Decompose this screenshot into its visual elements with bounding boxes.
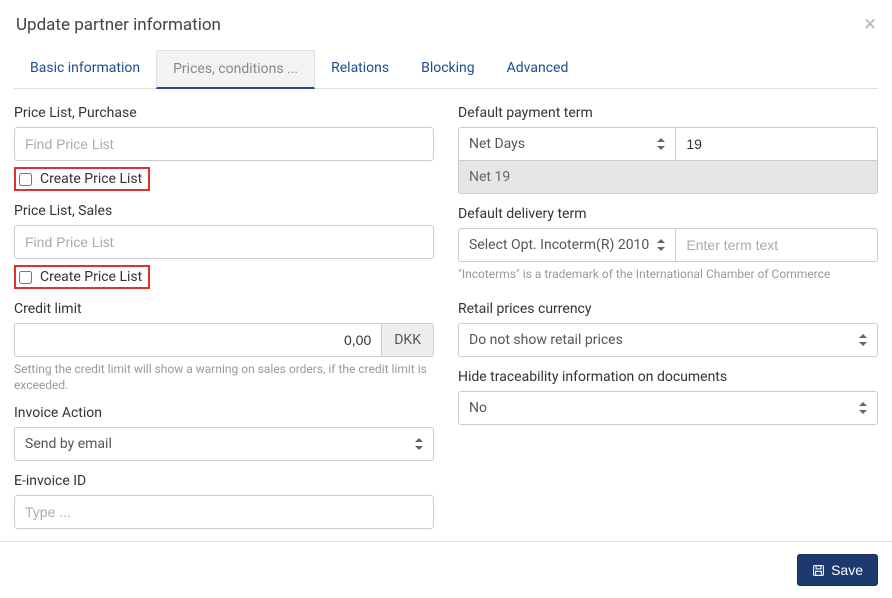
retail-prices-currency-label: Retail prices currency — [458, 301, 878, 317]
tab-relations[interactable]: Relations — [315, 50, 405, 88]
price-list-purchase-label: Price List, Purchase — [14, 105, 434, 121]
tab-basic-information[interactable]: Basic information — [14, 50, 156, 88]
create-price-list-sales-checkbox[interactable] — [19, 271, 32, 284]
retail-prices-currency-value: Do not show retail prices — [469, 332, 623, 348]
create-price-list-purchase-checkbox[interactable] — [19, 173, 32, 186]
payment-term-type-value: Net Days — [469, 136, 525, 152]
delivery-term-select-value: Select Opt. Incoterm(R) 2010 — [469, 237, 649, 253]
retail-prices-currency-select[interactable]: Do not show retail prices — [458, 323, 878, 357]
chevron-sort-icon — [859, 402, 867, 414]
credit-limit-input[interactable] — [14, 323, 382, 357]
chevron-sort-icon — [657, 138, 665, 150]
tab-blocking[interactable]: Blocking — [405, 50, 491, 88]
payment-term-days-input[interactable] — [676, 127, 878, 161]
create-price-list-sales-row: Create Price List — [14, 265, 150, 289]
price-list-sales-label: Price List, Sales — [14, 203, 434, 219]
payment-term-type-select[interactable]: Net Days — [458, 127, 676, 161]
chevron-sort-icon — [415, 438, 423, 450]
price-list-sales-input[interactable] — [14, 225, 434, 259]
tab-prices-conditions[interactable]: Prices, conditions ... — [156, 50, 315, 89]
credit-limit-help: Setting the credit limit will show a war… — [14, 362, 434, 393]
close-icon[interactable]: × — [864, 14, 876, 36]
invoice-action-select[interactable]: Send by email — [14, 427, 434, 461]
default-delivery-term-label: Default delivery term — [458, 206, 878, 222]
invoice-action-label: Invoice Action — [14, 405, 434, 421]
delivery-term-select[interactable]: Select Opt. Incoterm(R) 2010 — [458, 228, 676, 262]
price-list-purchase-input[interactable] — [14, 127, 434, 161]
tabs: Basic information Prices, conditions ...… — [14, 50, 878, 89]
chevron-sort-icon — [657, 239, 665, 251]
einvoice-id-input[interactable] — [14, 495, 434, 529]
save-button-label: Save — [831, 562, 863, 578]
credit-limit-label: Credit limit — [14, 301, 434, 317]
create-price-list-purchase-label: Create Price List — [40, 171, 142, 187]
invoice-action-value: Send by email — [25, 436, 112, 452]
create-price-list-sales-label: Create Price List — [40, 269, 142, 285]
payment-term-result: Net 19 — [458, 161, 878, 194]
einvoice-id-label: E-invoice ID — [14, 473, 434, 489]
hide-traceability-select[interactable]: No — [458, 391, 878, 425]
tab-advanced[interactable]: Advanced — [491, 50, 585, 88]
delivery-term-text-input[interactable] — [676, 228, 878, 262]
save-icon — [812, 564, 825, 577]
hide-traceability-value: No — [469, 400, 487, 416]
hide-traceability-label: Hide traceability information on documen… — [458, 369, 878, 385]
delivery-term-help: "Incoterms" is a trademark of the Intern… — [458, 267, 878, 283]
credit-limit-currency: DKK — [382, 323, 434, 357]
modal-title: Update partner information — [16, 15, 221, 35]
default-payment-term-label: Default payment term — [458, 105, 878, 121]
save-button[interactable]: Save — [797, 554, 878, 586]
create-price-list-purchase-row: Create Price List — [14, 167, 150, 191]
chevron-sort-icon — [859, 334, 867, 346]
